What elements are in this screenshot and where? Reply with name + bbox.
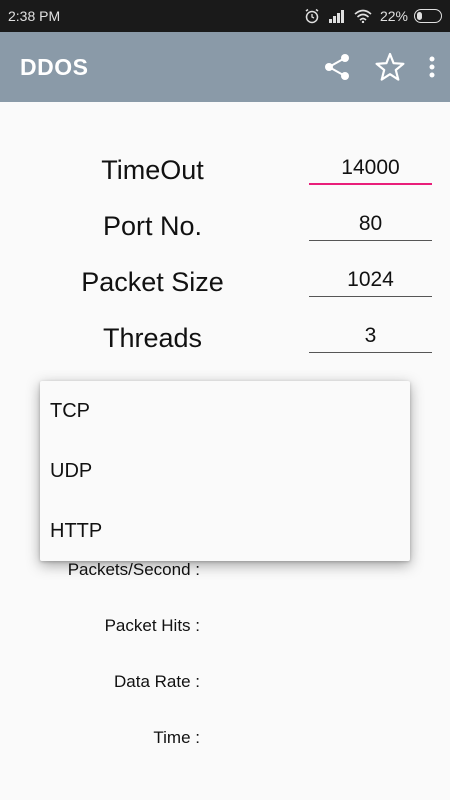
share-icon[interactable] [322, 47, 352, 87]
wifi-icon [354, 9, 372, 23]
dropdown-option-http[interactable]: HTTP [40, 501, 410, 561]
port-field[interactable]: 80 [309, 207, 432, 241]
stat-packet-hits: Packet Hits : [0, 616, 450, 646]
port-label: Port No. [102, 211, 203, 241]
status-bar: 2:38 PM 22% [0, 0, 450, 32]
packet-hits-label: Packet Hits : [104, 616, 200, 635]
threads-label: Threads [102, 323, 203, 353]
alarm-icon [304, 8, 320, 24]
more-vert-icon[interactable] [428, 47, 436, 87]
stat-data-rate: Data Rate : [0, 672, 450, 702]
battery-fill [417, 12, 422, 20]
threads-row: Threads 3 [0, 313, 450, 369]
app-actions [322, 32, 436, 102]
timeout-field[interactable]: 14000 [309, 151, 432, 185]
dropdown-option-tcp[interactable]: TCP [40, 381, 410, 441]
time-label: Time : [153, 728, 200, 747]
packet-size-label: Packet Size [81, 267, 224, 297]
threads-field[interactable]: 3 [309, 319, 432, 353]
dropdown-option-udp[interactable]: UDP [40, 441, 410, 501]
data-rate-label: Data Rate : [114, 672, 200, 691]
packet-size-row: Packet Size 1024 [0, 257, 450, 313]
timeout-row: TimeOut 14000 [0, 145, 450, 201]
packets-per-second-label: Packets/Second : [67, 560, 200, 579]
star-icon[interactable] [374, 47, 406, 87]
stat-time: Time : [0, 728, 450, 758]
status-icons: 22% [304, 8, 442, 24]
port-row: Port No. 80 [0, 201, 450, 257]
status-time: 2:38 PM [8, 8, 61, 24]
protocol-dropdown: TCP UDP HTTP [40, 381, 410, 561]
signal-icon [328, 9, 346, 23]
battery-body [414, 9, 442, 23]
timeout-label: TimeOut [101, 155, 204, 185]
app-bar: DDOS [0, 32, 450, 102]
battery-icon: 22% [380, 8, 442, 24]
app-title: DDOS [20, 53, 89, 80]
packet-size-field[interactable]: 1024 [309, 263, 432, 297]
stat-packets-per-second: Packets/Second : [0, 560, 450, 590]
battery-percent: 22% [379, 8, 408, 24]
